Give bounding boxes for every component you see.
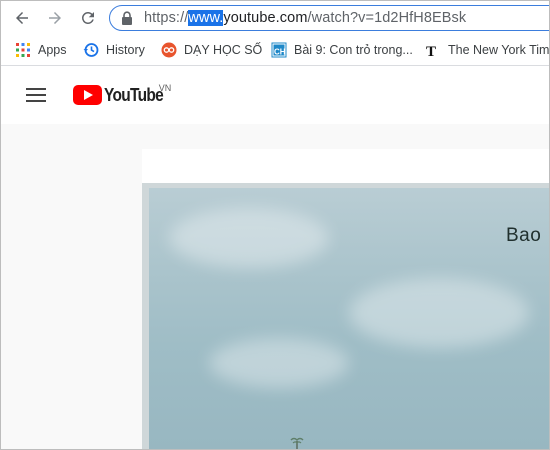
reload-button[interactable] xyxy=(77,7,99,29)
bookmark-label: History xyxy=(106,43,145,57)
apps-grid-icon xyxy=(16,43,30,57)
bookmark-label: Apps xyxy=(38,43,67,57)
lock-icon xyxy=(122,11,132,25)
bookmark-bai-9[interactable]: CH Bài 9: Con trỏ trong... xyxy=(271,41,413,59)
bookmark-label: DẠY HỌC SỐ xyxy=(184,43,263,57)
url-selected-text: www. xyxy=(188,10,224,26)
dayhocso-icon xyxy=(161,42,177,58)
bookmark-apps[interactable]: Apps xyxy=(15,41,67,59)
back-button[interactable] xyxy=(11,7,33,29)
history-icon xyxy=(83,43,99,57)
svg-text:T: T xyxy=(426,44,436,58)
tree-icon xyxy=(290,437,304,449)
url-path: /watch?v=1d2HfH8EBsk xyxy=(307,10,467,26)
bookmark-label: The New York Times xyxy=(448,43,550,57)
back-arrow-icon xyxy=(16,12,28,24)
svg-text:CH: CH xyxy=(274,48,286,57)
video-player[interactable]: Bao xyxy=(142,183,549,449)
url-text[interactable]: https://www.youtube.com/watch?v=1d2HfH8E… xyxy=(144,10,466,26)
url-domain: youtube.com xyxy=(223,10,308,26)
youtube-logo[interactable]: YouTube VN xyxy=(73,83,171,107)
browser-toolbar: https://www.youtube.com/watch?v=1d2HfH8E… xyxy=(1,1,549,35)
reload-icon xyxy=(81,11,94,24)
bookmarks-bar: Apps History DẠY HỌC SỐ CH Bài 9: Con tr… xyxy=(1,35,549,66)
player-top-strip xyxy=(142,149,549,183)
video-frame[interactable]: Bao xyxy=(149,188,549,449)
video-overlay-text: Bao xyxy=(506,225,542,246)
youtube-logo-text: YouTube xyxy=(104,85,164,105)
forward-button[interactable] xyxy=(44,7,66,29)
forward-arrow-icon xyxy=(49,12,61,24)
address-bar[interactable]: https://www.youtube.com/watch?v=1d2HfH8E… xyxy=(109,5,549,31)
menu-icon[interactable] xyxy=(26,88,46,104)
youtube-header: YouTube VN xyxy=(1,66,549,124)
bookmark-nyt[interactable]: T The New York Times xyxy=(425,41,550,59)
browser-window: https://www.youtube.com/watch?v=1d2HfH8E… xyxy=(0,0,550,450)
youtube-play-icon xyxy=(73,85,102,105)
page-content: Bao xyxy=(1,124,549,449)
url-scheme: https:// xyxy=(144,10,189,26)
ch-site-icon: CH xyxy=(271,42,287,58)
bookmark-day-hoc-so[interactable]: DẠY HỌC SỐ xyxy=(161,41,262,59)
bookmark-history[interactable]: History xyxy=(83,41,145,59)
nyt-icon: T xyxy=(426,44,436,58)
bookmark-label: Bài 9: Con trỏ trong... xyxy=(294,43,413,57)
